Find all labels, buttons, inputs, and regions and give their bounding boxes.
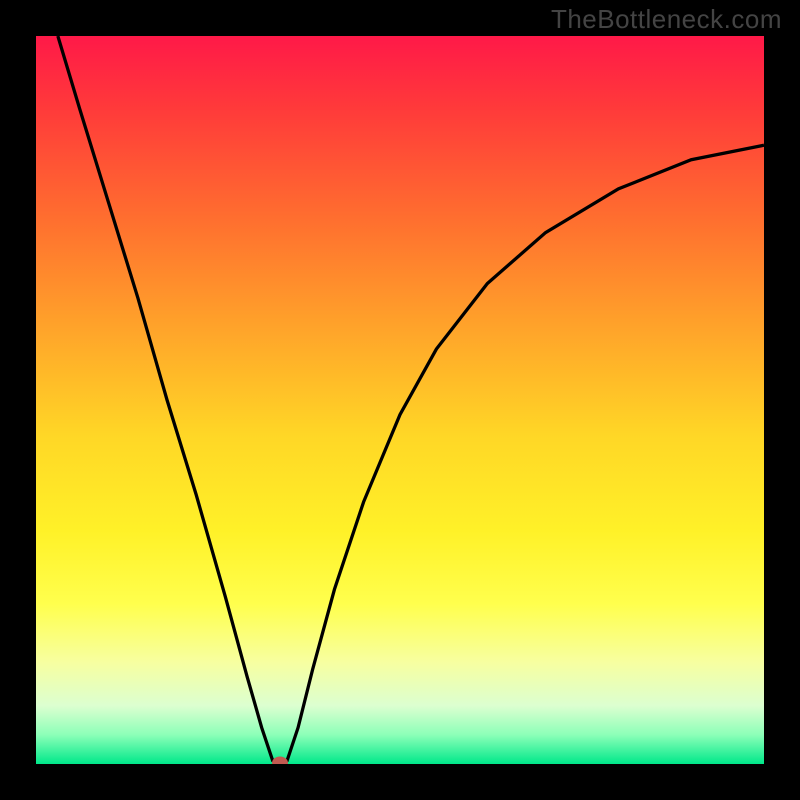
minimum-marker-dot bbox=[272, 756, 288, 764]
curve-path bbox=[58, 36, 764, 760]
bottleneck-curve bbox=[36, 36, 764, 764]
plot-area bbox=[36, 36, 764, 764]
chart-frame: TheBottleneck.com bbox=[0, 0, 800, 800]
watermark-text: TheBottleneck.com bbox=[551, 4, 782, 35]
